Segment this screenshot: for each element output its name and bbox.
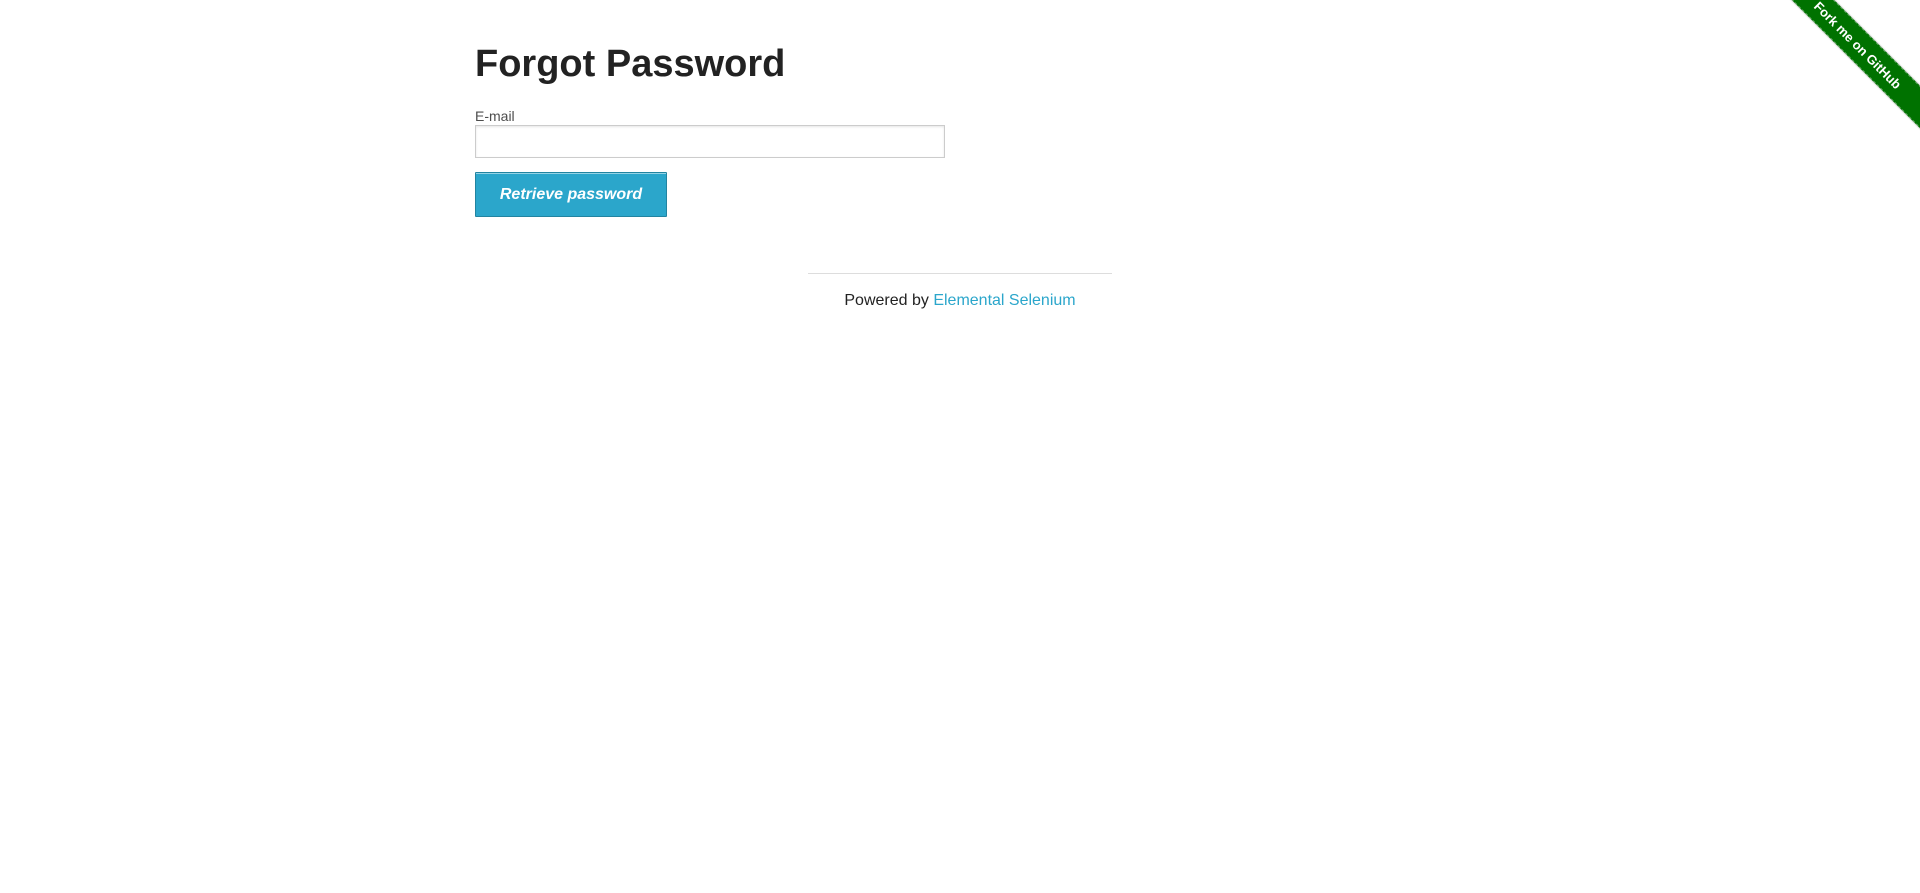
email-input[interactable] (475, 125, 945, 158)
forgot-password-form: E-mail Retrieve password (475, 108, 1445, 217)
page: Forgot Password E-mail Retrieve password… (0, 0, 1920, 893)
footer-prefix: Powered by (844, 292, 934, 309)
main-content: Forgot Password E-mail Retrieve password (475, 38, 1445, 217)
footer: Powered by Elemental Selenium (808, 273, 1112, 310)
email-label: E-mail (475, 108, 515, 124)
github-ribbon-container: Fork me on GitHub (1780, 0, 1920, 140)
retrieve-password-button[interactable]: Retrieve password (475, 172, 667, 217)
elemental-selenium-link[interactable]: Elemental Selenium (933, 292, 1075, 309)
page-title: Forgot Password (475, 43, 786, 85)
fork-me-on-github-ribbon[interactable]: Fork me on GitHub (1780, 0, 1920, 134)
